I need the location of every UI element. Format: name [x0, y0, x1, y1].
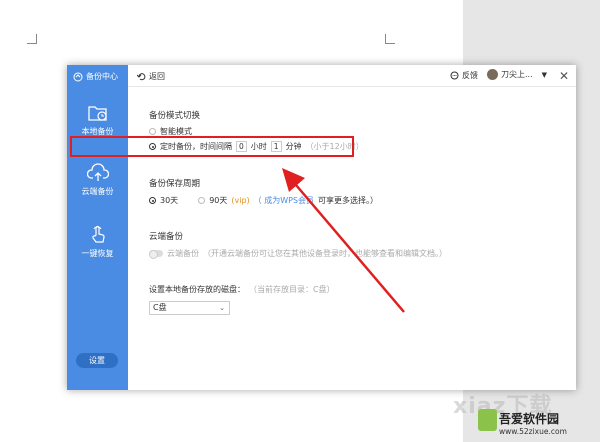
top-bar: 返回 反馈 刀尖上... ▼ ✕ — [128, 65, 576, 87]
sidebar: 备份中心 本地备份 云端备份 一键恢复 设置 — [67, 65, 128, 390]
backup-logo-icon — [73, 72, 83, 81]
period-90-label[interactable]: 90天 — [209, 195, 227, 206]
sidebar-item-label: 一键恢复 — [81, 249, 114, 258]
watermark-url: www.52zixue.com — [499, 427, 567, 436]
username: 刀尖上... — [501, 70, 533, 79]
highlight-box — [70, 136, 354, 157]
disk-section: 设置本地备份存放的磁盘： （当前存放目录：C盘） — [149, 284, 335, 295]
back-label: 返回 — [149, 72, 165, 81]
sidebar-item-label: 本地备份 — [81, 127, 114, 136]
crop-mark-top-right — [385, 34, 395, 44]
hand-touch-icon — [91, 225, 105, 243]
disk-section-title: 设置本地备份存放的磁盘： — [149, 285, 245, 294]
radio-icon[interactable] — [198, 197, 206, 204]
sidebar-item-cloud-backup[interactable]: 云端备份 — [67, 163, 128, 197]
period-30-label[interactable]: 30天 — [160, 195, 178, 206]
chat-bubble-icon — [450, 71, 459, 80]
disk-current: （当前存放目录：C盘） — [249, 285, 335, 294]
cloud-toggle-label: 云端备份 — [167, 249, 199, 258]
back-arrow-icon — [137, 73, 146, 81]
feedback-button[interactable]: 反馈 — [450, 70, 478, 81]
radio-selected-icon[interactable] — [149, 197, 156, 204]
chevron-down-icon: ⌄ — [219, 304, 225, 312]
folder-clock-icon — [87, 106, 107, 121]
sidebar-item-restore[interactable]: 一键恢复 — [67, 223, 128, 259]
back-button[interactable]: 返回 — [137, 71, 165, 82]
watermark-logo-icon — [478, 409, 497, 431]
sidebar-header: 备份中心 — [73, 71, 118, 82]
mode-section-title: 备份模式切换 — [149, 111, 201, 121]
radio-icon — [149, 128, 156, 135]
feedback-label: 反馈 — [462, 71, 478, 80]
chevron-down-icon: ▼ — [541, 70, 548, 79]
cloud-section-title: 云端备份 — [149, 232, 184, 242]
watermark-name: 吾爱软件园 — [499, 412, 560, 426]
disk-select-value: C盘 — [153, 303, 167, 312]
cloud-description: （开通云端备份可让您在其他设备登录时，也能够查看和编辑文档。） — [203, 249, 447, 258]
period-note: 可享更多选择。） — [318, 196, 379, 205]
cloud-upload-icon — [86, 163, 109, 181]
cloud-backup-toggle[interactable] — [149, 250, 163, 259]
settings-button[interactable]: 设置 — [76, 353, 118, 368]
wps-member-link[interactable]: （ 成为WPS会员 — [254, 195, 314, 206]
sidebar-item-label: 云端备份 — [81, 187, 114, 196]
close-button[interactable]: ✕ — [559, 69, 569, 83]
settings-content: 备份模式切换 智能模式 定时备份，时间间隔 0 小时 1 分钟 （小于12小时）… — [128, 87, 576, 390]
period-options: 30天 90天 (vip) （ 成为WPS会员 可享更多选择。） — [149, 195, 378, 206]
sidebar-title: 备份中心 — [86, 72, 118, 81]
vip-tag: (vip) — [231, 196, 250, 205]
user-menu[interactable]: 刀尖上... ▼ — [487, 69, 547, 80]
crop-mark-top-left — [27, 34, 37, 44]
sidebar-item-local-backup[interactable]: 本地备份 — [67, 103, 128, 137]
cloud-backup-row: 云端备份 （开通云端备份可让您在其他设备登录时，也能够查看和编辑文档。） — [149, 248, 447, 259]
disk-select[interactable]: C盘 ⌄ — [149, 301, 230, 315]
period-section-title: 备份保存周期 — [149, 179, 201, 189]
backup-center-dialog: 备份中心 本地备份 云端备份 一键恢复 设置 返回 反馈 刀尖上... ▼ ✕ … — [67, 65, 576, 390]
avatar — [487, 69, 498, 80]
